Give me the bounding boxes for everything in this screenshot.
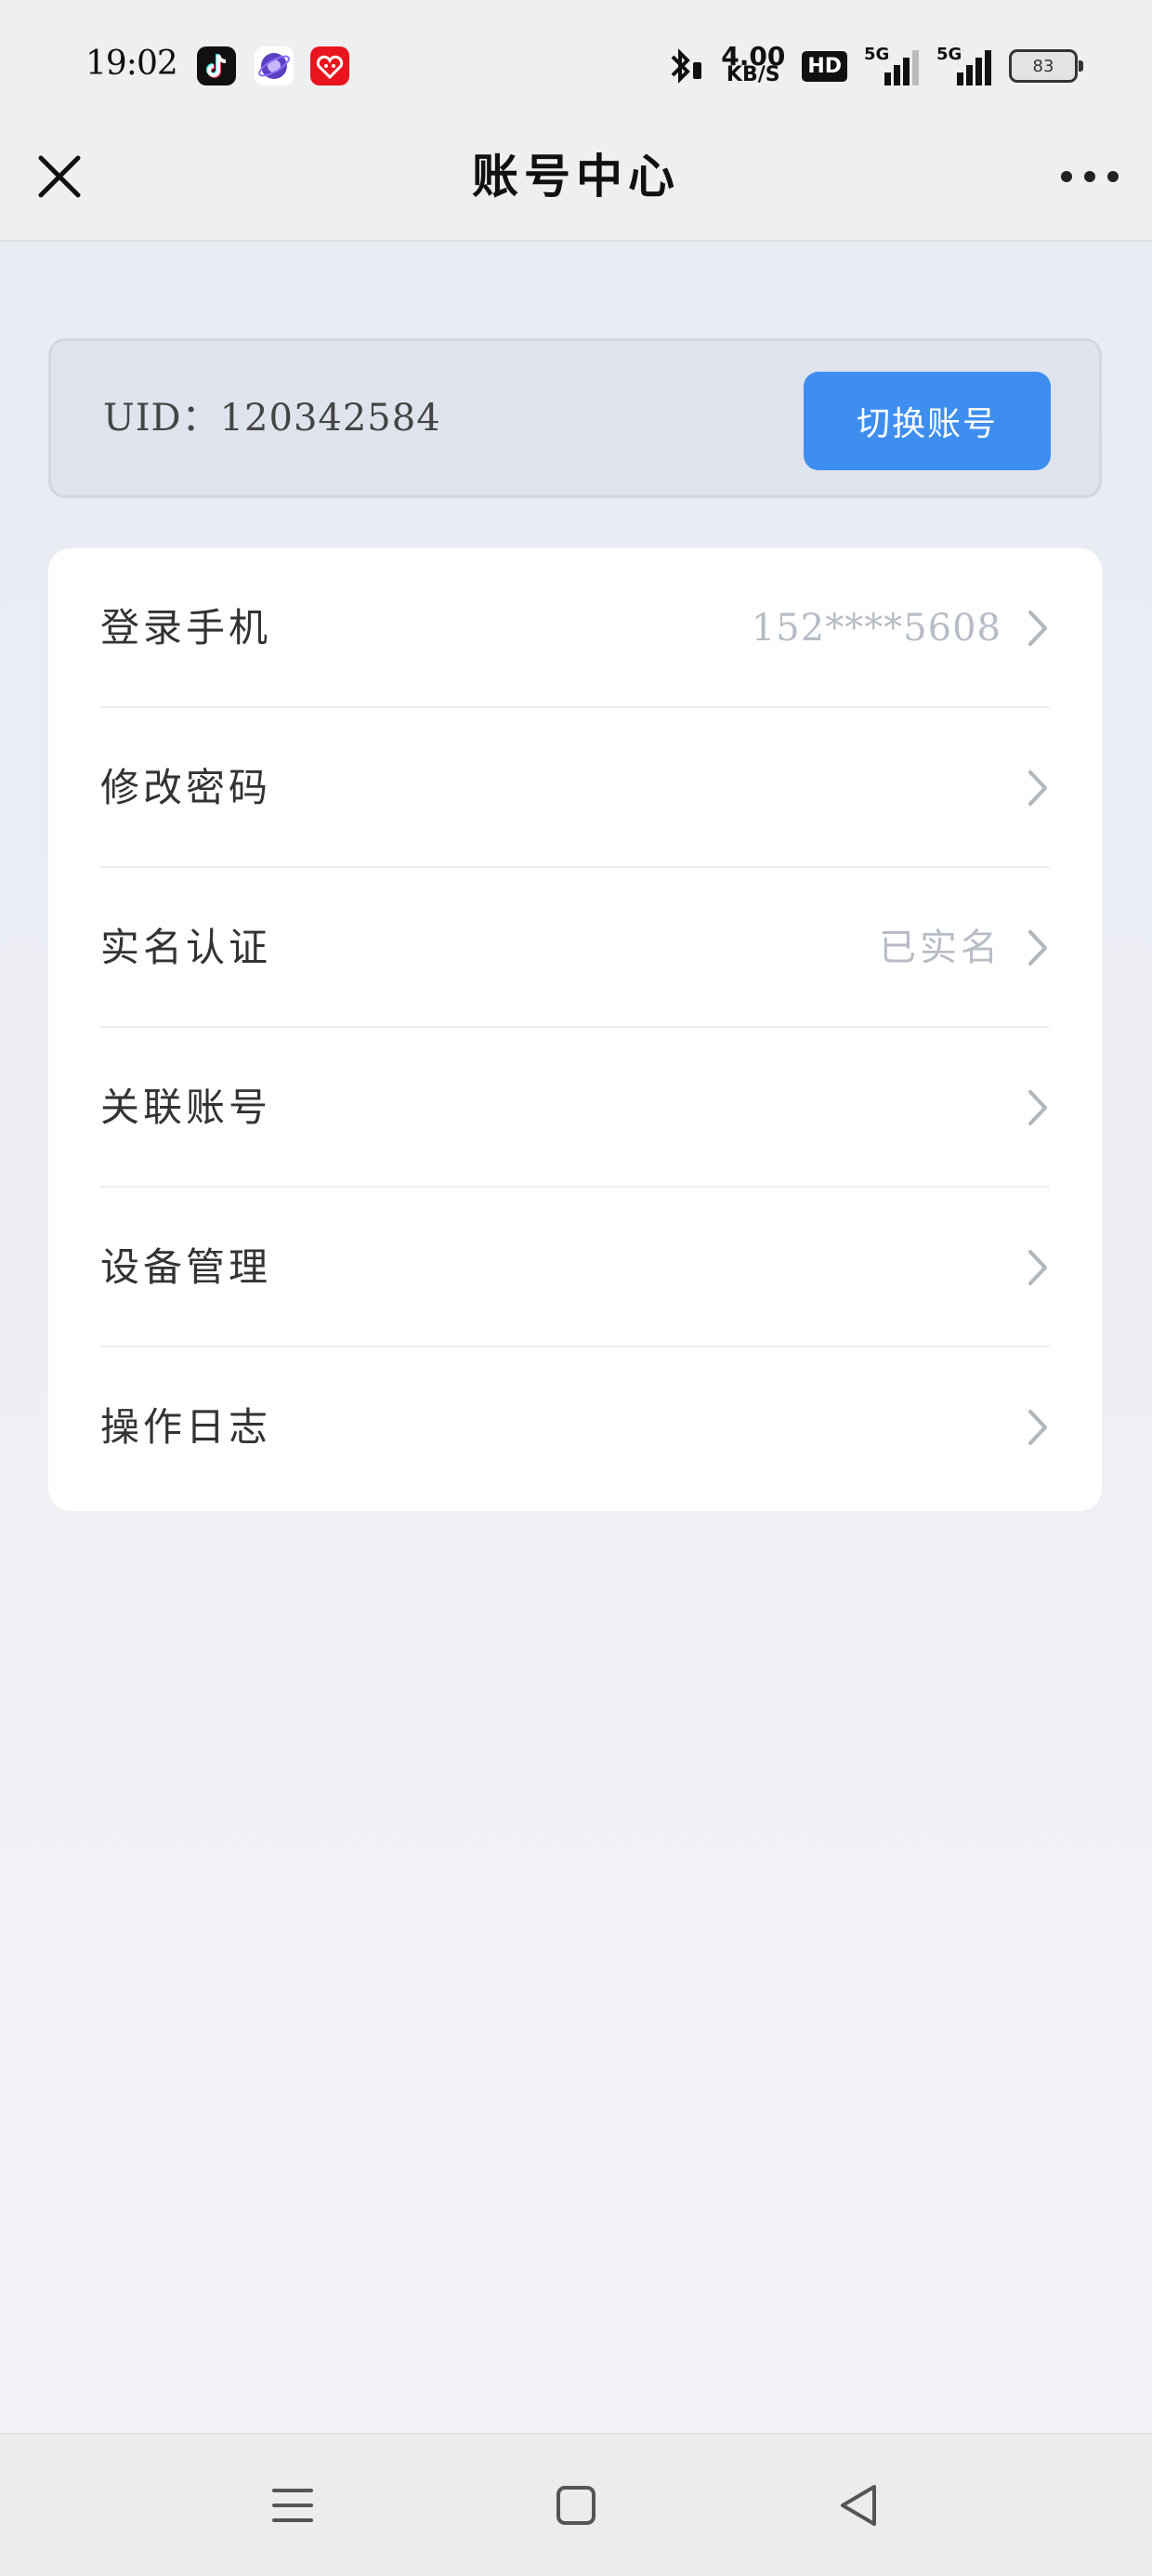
menu-item-linked-accounts[interactable]: 关联账号 [100,1028,1050,1188]
hd-voice-badge: HD [802,50,847,82]
menu-item-value: 152****5608 [751,607,1001,650]
browser-app-icon [255,46,294,85]
menu-item-value: 已实名 [879,927,1001,969]
home-button[interactable] [548,2477,604,2533]
menu-item-label: 操作日志 [100,1404,272,1450]
system-navigation-bar [0,2433,1152,2576]
menu-item-operation-log[interactable]: 操作日志 [100,1347,1050,1507]
status-right-group: 4.00 KB/S HD 5G 5G 83 [667,43,1083,89]
page-title: 账号中心 [472,150,680,204]
recent-apps-button[interactable] [265,2477,321,2533]
menu-item-label: 登录手机 [100,605,272,651]
chevron-right-icon [1028,611,1047,646]
network-speed: 4.00 KB/S [721,44,785,86]
menu-item-label: 修改密码 [100,765,272,810]
menu-item-login-phone[interactable]: 登录手机 152****5608 [100,548,1050,708]
account-center-screen: 19:02 4.00 KB/S HD 5G 5G 83 账号中心 UID：120… [0,0,1152,2576]
menu-item-change-password[interactable]: 修改密码 [100,708,1050,868]
uid-label: UID： [103,397,220,440]
menu-item-device-management[interactable]: 设备管理 [100,1188,1050,1347]
menu-item-label: 实名认证 [100,925,272,970]
more-dot-icon [1084,171,1095,182]
more-options-button[interactable] [1061,158,1119,195]
account-settings-list: 登录手机 152****5608 修改密码 实名认证 已实名 关联账号 设备管理 [48,548,1102,1511]
menu-item-label: 设备管理 [100,1244,272,1290]
status-bar: 19:02 4.00 KB/S HD 5G 5G 83 [0,0,1152,130]
chevron-right-icon [1028,1090,1047,1125]
menu-icon [272,2489,313,2522]
chevron-right-icon [1028,1410,1047,1445]
tiktok-app-icon [197,46,236,85]
uid-value: 120342584 [219,397,441,440]
more-dot-icon [1061,171,1072,182]
menu-item-label: 关联账号 [100,1084,272,1130]
uid-card: UID：120342584 切换账号 [48,338,1102,498]
pinduoduo-app-icon [310,46,349,85]
home-square-icon [556,2486,596,2525]
back-triangle-icon [841,2485,876,2526]
bluetooth-icon [671,48,702,84]
network-speed-unit: KB/S [726,63,780,86]
chevron-right-icon [1028,930,1047,966]
top-nav-bar: 账号中心 [0,130,1152,242]
menu-item-real-name-verification[interactable]: 实名认证 已实名 [100,868,1050,1028]
switch-account-button[interactable]: 切换账号 [804,372,1051,470]
chevron-right-icon [1028,770,1047,806]
status-time: 19:02 [85,45,178,83]
signal-strength-icon-2: 5G [936,45,992,87]
battery-level: 83 [1032,56,1054,76]
more-dot-icon [1107,171,1119,182]
signal-strength-icon: 5G [864,45,920,87]
battery-icon: 83 [1009,49,1083,83]
back-button[interactable] [831,2477,887,2533]
uid-display: UID：120342584 [103,341,441,495]
chevron-right-icon [1028,1250,1047,1285]
